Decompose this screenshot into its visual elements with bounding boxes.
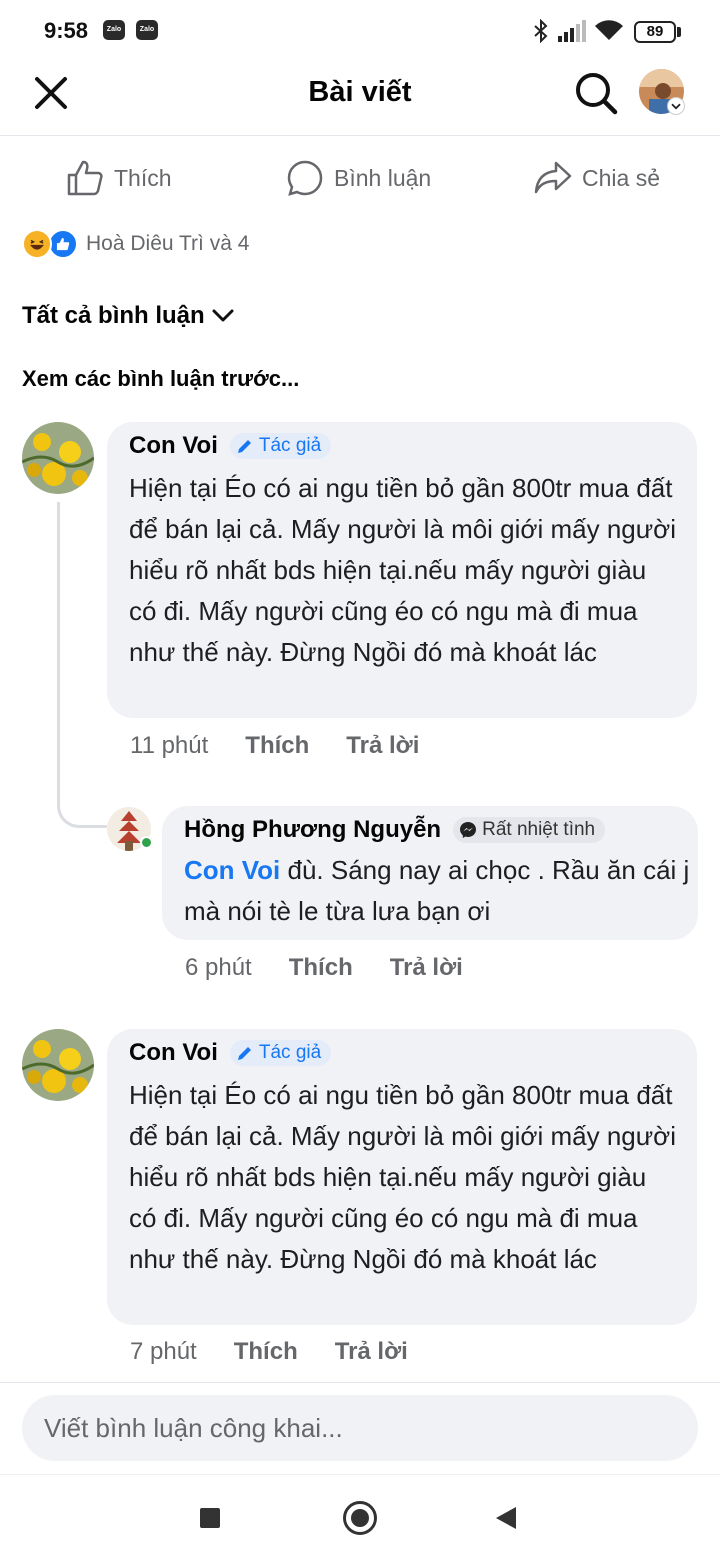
comment-author[interactable]: Con Voi — [129, 432, 218, 460]
author-badge-label: Tác giả — [258, 1042, 322, 1063]
chevron-down-icon[interactable] — [667, 97, 685, 115]
comment-like-button[interactable]: Thích — [289, 954, 353, 982]
mention-link[interactable]: Con Voi — [184, 855, 280, 885]
comment-bubble[interactable]: Con Voi Tác giả Hiện tại Éo có ai ngu ti… — [107, 422, 697, 718]
comment-label: Bình luận — [334, 164, 432, 191]
comment-text: Hiện tại Éo có ai ngu tiền bỏ gần 800tr … — [129, 473, 676, 667]
comment-time: 6 phút — [185, 954, 252, 981]
app-header: Bài viết — [0, 62, 720, 136]
battery-level: 89 — [646, 23, 664, 40]
view-previous-comments[interactable]: Xem các bình luận trước... — [22, 366, 299, 392]
signal-icon — [558, 20, 586, 42]
thumbs-up-icon — [67, 160, 103, 196]
comment-meta: 11 phút Thích Trả lời — [130, 732, 419, 760]
post-actions: Thích Bình luận Chia sẻ — [0, 152, 720, 204]
wifi-icon — [595, 20, 623, 40]
zalo-notification-icon: Zalo — [136, 20, 158, 40]
status-bar: 9:58 Zalo Zalo 89 — [0, 0, 720, 62]
pencil-icon — [237, 1047, 251, 1060]
comment-text: Con Voi đù. Sáng nay ai chọc . Rầu ăn cá… — [184, 850, 694, 932]
system-nav-bar — [0, 1474, 720, 1560]
avatar[interactable] — [22, 1029, 94, 1101]
reactions-summary[interactable]: Hoà Diêu Trì và 4 — [22, 228, 249, 260]
reactions-text: Hoà Diêu Trì và 4 — [86, 232, 250, 255]
reply-thread-line — [57, 502, 107, 828]
comment-composer-area: Viết bình luận công khai... — [0, 1382, 720, 1474]
battery-tip — [677, 27, 681, 37]
bluetooth-icon — [534, 19, 548, 43]
comment-reply-button[interactable]: Trả lời — [390, 954, 463, 982]
author-badge: Tác giả — [229, 1040, 332, 1066]
avatar[interactable] — [22, 422, 94, 494]
search-icon[interactable] — [574, 71, 618, 115]
zalo-notification-icon: Zalo — [103, 20, 125, 40]
like-button[interactable]: Thích — [66, 152, 172, 204]
comments-filter[interactable]: Tất cả bình luận — [22, 302, 235, 330]
comment-author[interactable]: Hồng Phương Nguyễn — [184, 816, 441, 844]
chevron-down-icon — [212, 309, 234, 322]
comment-author[interactable]: Con Voi — [129, 1039, 218, 1067]
like-label: Thích — [114, 164, 172, 191]
home-button[interactable] — [343, 1501, 377, 1535]
share-button[interactable]: Chia sẻ — [534, 152, 660, 204]
battery-indicator: 89 — [634, 21, 676, 43]
like-reaction-icon — [48, 229, 78, 259]
comment-bubble[interactable]: Hồng Phương Nguyễn Rất nhiệt tình Con Vo… — [162, 806, 698, 940]
author-badge: Tác giả — [229, 433, 332, 459]
haha-reaction-icon — [22, 229, 52, 259]
online-status-indicator — [140, 836, 153, 849]
comment-meta: 6 phút Thích Trả lời — [185, 954, 463, 982]
comment-time: 7 phút — [130, 1338, 197, 1365]
comment-text: Hiện tại Éo có ai ngu tiền bỏ gần 800tr … — [129, 1080, 676, 1274]
share-label: Chia sẻ — [582, 164, 660, 191]
recent-apps-button[interactable] — [200, 1508, 220, 1528]
pencil-icon — [237, 440, 251, 453]
comment-reply-button[interactable]: Trả lời — [346, 732, 419, 760]
comment-time: 11 phút — [130, 732, 209, 759]
top-fan-badge-label: Rất nhiệt tình — [482, 819, 596, 840]
comment-bubble-icon — [287, 160, 323, 196]
top-fan-badge: Rất nhiệt tình — [453, 817, 606, 843]
comment-bubble[interactable]: Con Voi Tác giả Hiện tại Éo có ai ngu ti… — [107, 1029, 697, 1325]
status-time: 9:58 — [44, 18, 89, 43]
comment-like-button[interactable]: Thích — [234, 1338, 298, 1366]
messenger-icon — [460, 822, 477, 838]
back-button[interactable] — [496, 1507, 516, 1529]
author-badge-label: Tác giả — [258, 435, 322, 456]
comment-meta: 7 phút Thích Trả lời — [130, 1338, 408, 1366]
comment-like-button[interactable]: Thích — [245, 732, 309, 760]
comment-button[interactable]: Bình luận — [286, 152, 431, 204]
comment-input-placeholder: Viết bình luận công khai... — [44, 1413, 343, 1443]
share-icon — [534, 161, 572, 194]
comment-reply-button[interactable]: Trả lời — [335, 1338, 408, 1366]
comments-filter-label: Tất cả bình luận — [22, 302, 205, 329]
comment-input[interactable]: Viết bình luận công khai... — [22, 1395, 698, 1461]
